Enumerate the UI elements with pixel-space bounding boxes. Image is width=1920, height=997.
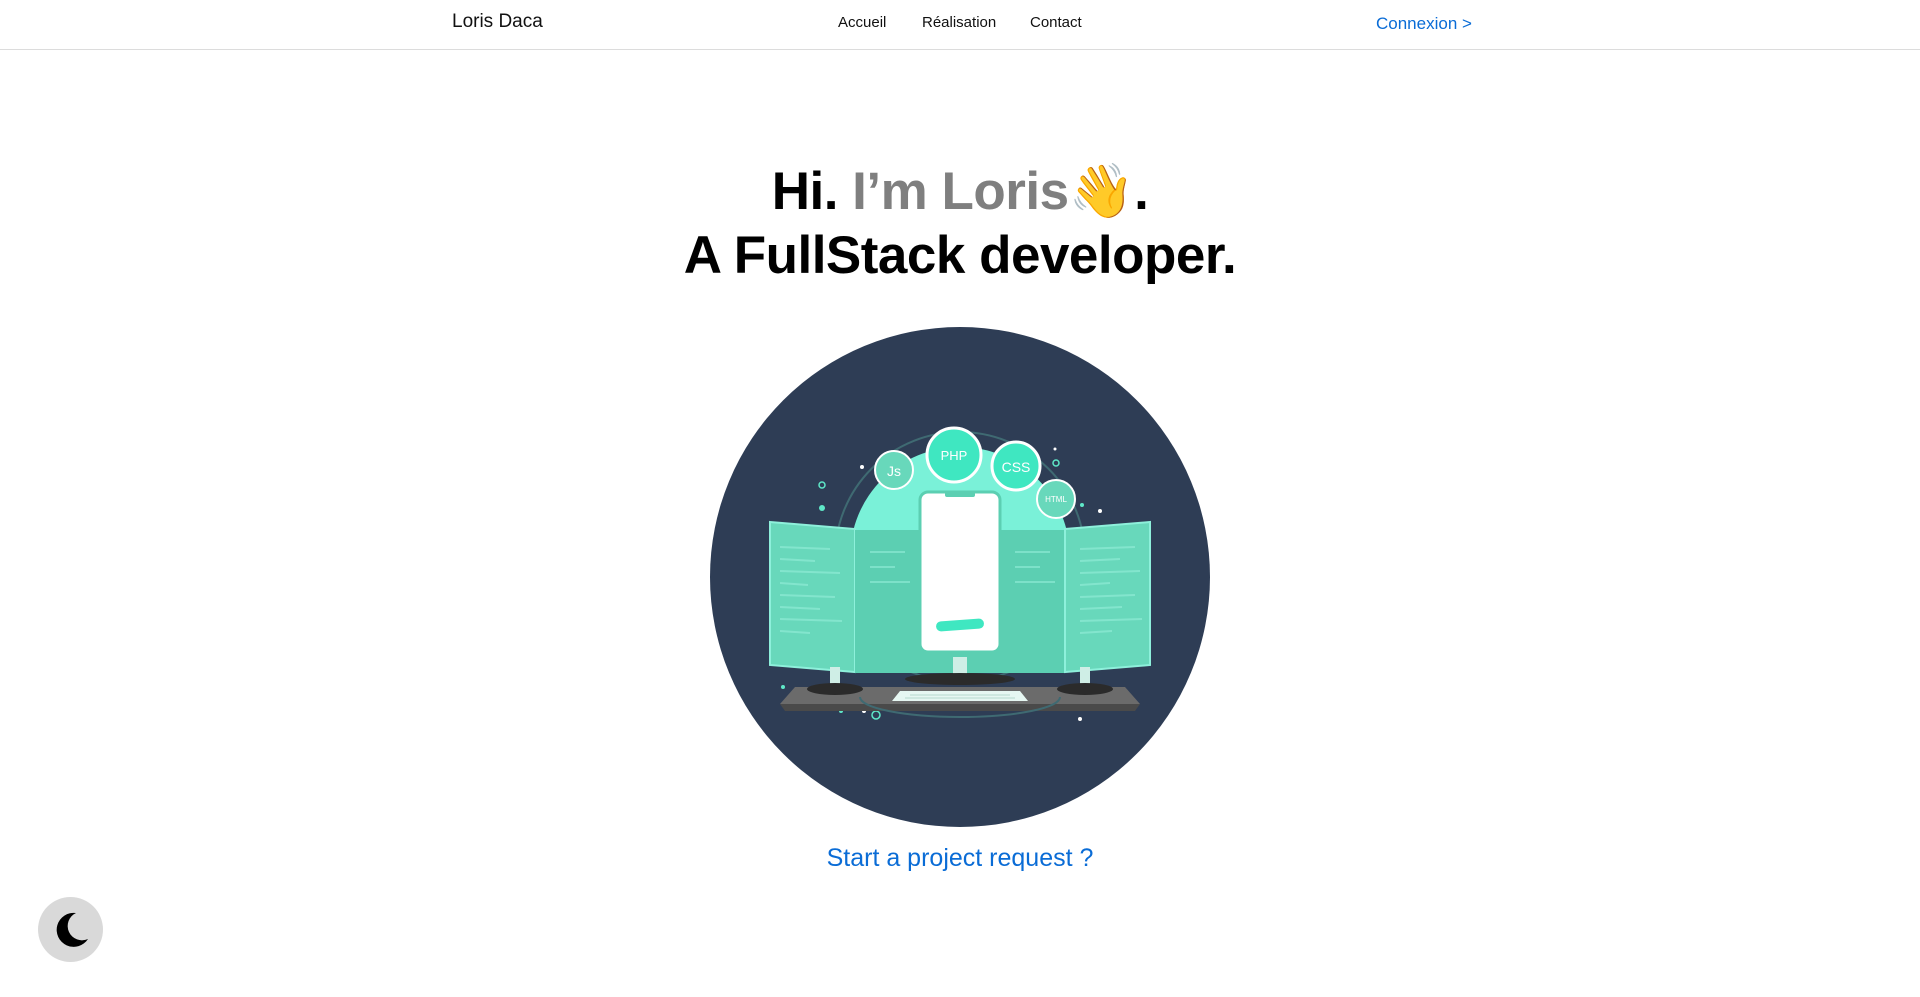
theme-toggle-button[interactable]	[38, 897, 103, 962]
hero-line-1: Hi. I’m Loris👋.	[0, 160, 1920, 224]
login-link[interactable]: Connexion >	[1376, 14, 1472, 34]
hero-heading: Hi. I’m Loris👋. A FullStack developer.	[0, 160, 1920, 288]
nav-item-contact[interactable]: Contact	[1030, 14, 1082, 31]
developer-workstation-illustration: Js PHP CSS HTML	[710, 327, 1210, 827]
developer-illustration: Js PHP CSS HTML	[710, 327, 1210, 827]
css-badge: CSS	[990, 440, 1042, 492]
hero-period: .	[1134, 162, 1149, 221]
wave-icon: 👋	[1068, 162, 1135, 221]
nav-links: Accueil Réalisation Contact	[0, 14, 1920, 34]
cta-container: Start a project request ?	[0, 844, 1920, 873]
nav-item-realisation[interactable]: Réalisation	[922, 14, 996, 31]
hero-line-2: A FullStack developer.	[683, 226, 1237, 285]
html-badge: HTML	[1036, 479, 1076, 519]
css-badge-label: CSS	[1002, 459, 1031, 475]
start-project-link[interactable]: Start a project request ?	[827, 844, 1094, 872]
js-badge-label: Js	[887, 463, 901, 479]
nav-item-accueil[interactable]: Accueil	[838, 14, 886, 31]
html-badge-label: HTML	[1045, 495, 1067, 504]
moon-icon	[56, 912, 88, 947]
top-navbar: Loris Daca Accueil Réalisation Contact C…	[0, 0, 1920, 50]
hero-name: I’m Loris	[852, 162, 1069, 221]
js-badge: Js	[874, 450, 914, 490]
php-badge: PHP	[925, 426, 983, 484]
hero-greeting: Hi.	[771, 162, 839, 221]
php-badge-label: PHP	[941, 448, 968, 463]
